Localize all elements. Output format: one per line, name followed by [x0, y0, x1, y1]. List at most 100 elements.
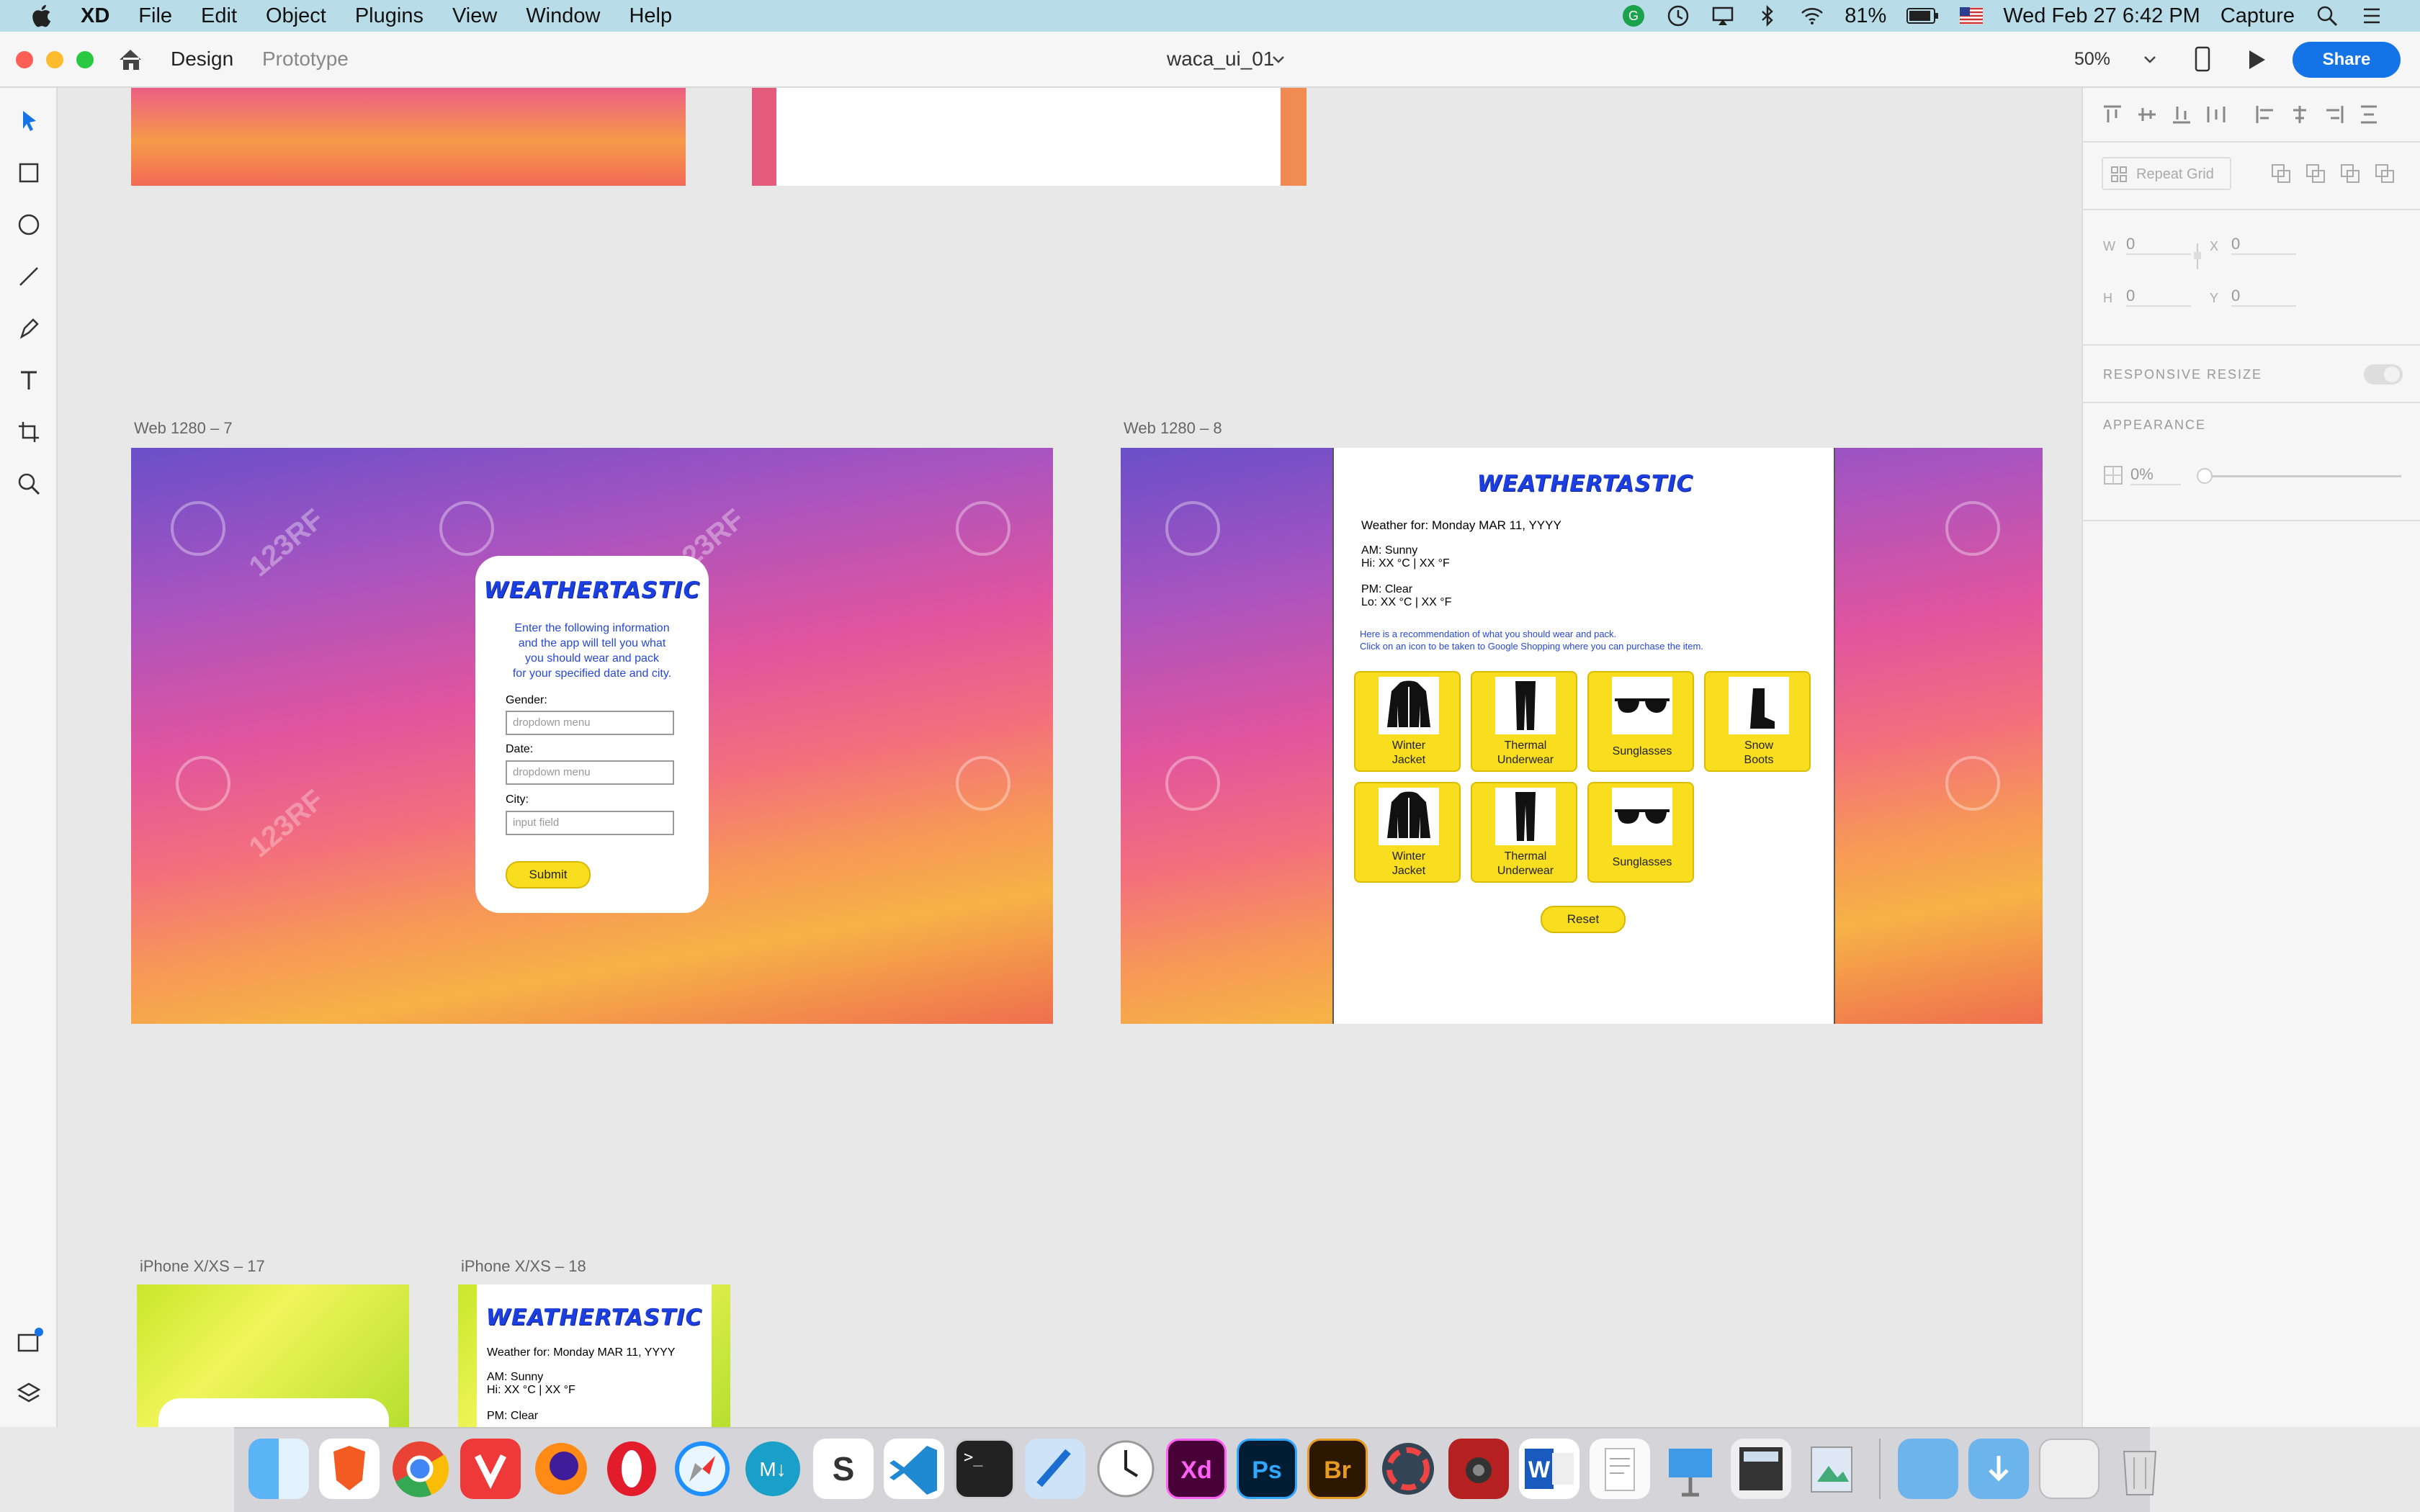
menu-plugins[interactable]: Plugins — [355, 4, 424, 28]
slack-icon[interactable]: S — [813, 1439, 874, 1499]
zoom-window-button[interactable] — [76, 51, 94, 68]
menu-edit[interactable]: Edit — [201, 4, 237, 28]
bluetooth-icon[interactable] — [1755, 4, 1780, 28]
word-icon[interactable]: W — [1519, 1439, 1579, 1499]
color-wheel-icon[interactable] — [1378, 1439, 1438, 1499]
tab-design[interactable]: Design — [171, 48, 233, 71]
menu-window[interactable]: Window — [526, 4, 600, 28]
terminal-icon[interactable]: >_ — [954, 1439, 1015, 1499]
menu-object[interactable]: Object — [266, 4, 326, 28]
text-tool-icon[interactable] — [13, 364, 45, 396]
design-canvas[interactable]: Web 1280 – 7 123RF 123RF 123RF WEATHERTA… — [58, 88, 2081, 1427]
distribute-vertical-icon[interactable] — [2205, 104, 2227, 125]
align-left-icon[interactable] — [2254, 104, 2276, 125]
distribute-horizontal-icon[interactable] — [2358, 104, 2380, 125]
reset-button[interactable]: Reset — [1541, 906, 1626, 933]
repeat-grid-button[interactable]: Repeat Grid — [2102, 157, 2231, 190]
line-tool-icon[interactable] — [13, 261, 45, 292]
gender-dropdown[interactable]: dropdown menu — [506, 711, 674, 735]
date-dropdown[interactable]: dropdown menu — [506, 760, 674, 785]
menu-file[interactable]: File — [138, 4, 172, 28]
preview-icon[interactable] — [1801, 1439, 1862, 1499]
clock-icon[interactable] — [1666, 4, 1690, 28]
align-bottom-icon[interactable] — [2171, 104, 2192, 125]
artboard-iphone17[interactable] — [137, 1284, 409, 1427]
clock-app-icon[interactable] — [1095, 1439, 1156, 1499]
grammarly-icon[interactable]: G — [1621, 4, 1646, 28]
document-title[interactable]: waca_ui_01 — [1167, 48, 1274, 71]
intersect-shape-icon[interactable] — [2339, 163, 2361, 184]
close-window-button[interactable] — [16, 51, 33, 68]
item-sunglasses[interactable]: Sunglasses — [1587, 782, 1694, 883]
chevron-down-icon[interactable] — [1272, 55, 1285, 65]
layers-panel-icon[interactable] — [13, 1378, 45, 1410]
vivaldi-icon[interactable] — [460, 1439, 521, 1499]
home-icon[interactable] — [115, 45, 145, 75]
xcode-icon[interactable] — [1025, 1439, 1085, 1499]
battery-icon[interactable] — [1906, 7, 1940, 24]
x-field[interactable]: 0 — [2231, 235, 2296, 255]
artboard-tool-icon[interactable] — [13, 416, 45, 448]
applications-folder-icon[interactable] — [1898, 1439, 1958, 1499]
width-field[interactable]: 0 — [2126, 235, 2191, 255]
align-top-icon[interactable] — [2102, 104, 2123, 125]
artboard-iphone18[interactable]: WEATHERTASTIC Weather for: Monday MAR 11… — [458, 1284, 730, 1427]
vscode-icon[interactable] — [884, 1439, 944, 1499]
safari-icon[interactable] — [672, 1439, 732, 1499]
airplay-icon[interactable] — [1711, 4, 1735, 28]
rectangle-tool-icon[interactable] — [13, 157, 45, 189]
spotlight-search-icon[interactable] — [2315, 4, 2339, 28]
share-button[interactable]: Share — [2293, 42, 2401, 78]
menu-help[interactable]: Help — [629, 4, 672, 28]
select-tool-icon[interactable] — [13, 105, 45, 137]
zoom-level[interactable]: 50% — [2074, 49, 2110, 70]
opacity-field[interactable]: 0% — [2130, 465, 2181, 485]
textedit-icon[interactable] — [1590, 1439, 1650, 1499]
exclude-shape-icon[interactable] — [2374, 163, 2396, 184]
item-sunglasses[interactable]: Sunglasses — [1587, 671, 1694, 772]
assets-panel-icon[interactable] — [13, 1326, 45, 1358]
item-winter-jacket[interactable]: Winter Jacket — [1354, 671, 1461, 772]
submit-button[interactable]: Submit — [506, 861, 591, 888]
recent-document-icon[interactable] — [2039, 1439, 2099, 1499]
brave-browser-icon[interactable] — [319, 1439, 380, 1499]
firefox-icon[interactable] — [531, 1439, 591, 1499]
zoom-dropdown-icon[interactable] — [2143, 55, 2156, 65]
calculator-icon[interactable] — [1731, 1439, 1791, 1499]
artboard-label-web7[interactable]: Web 1280 – 7 — [134, 419, 233, 438]
wifi-icon[interactable] — [1800, 4, 1824, 28]
artboard-label-iphone18[interactable]: iPhone X/XS – 18 — [461, 1257, 586, 1276]
opacity-slider[interactable] — [2200, 475, 2401, 477]
finder-icon[interactable] — [248, 1439, 309, 1499]
menubar-capture[interactable]: Capture — [2220, 4, 2295, 28]
artboard-web7[interactable]: 123RF 123RF 123RF WEATHERTASTIC Enter th… — [131, 448, 1053, 1024]
minimize-window-button[interactable] — [46, 51, 63, 68]
keynote-icon[interactable] — [1660, 1439, 1721, 1499]
subtract-shape-icon[interactable] — [2305, 163, 2326, 184]
menu-app-name[interactable]: XD — [81, 4, 109, 28]
artboard-top-left[interactable] — [131, 88, 686, 186]
adobe-xd-icon[interactable]: Xd — [1166, 1439, 1227, 1499]
artboard-label-web8[interactable]: Web 1280 – 8 — [1124, 419, 1222, 438]
chrome-icon[interactable] — [390, 1439, 450, 1499]
lock-aspect-icon[interactable] — [2192, 242, 2202, 271]
menu-view[interactable]: View — [452, 4, 497, 28]
y-field[interactable]: 0 — [2231, 287, 2296, 307]
photoshop-icon[interactable]: Ps — [1237, 1439, 1297, 1499]
item-snow-boots[interactable]: Snow Boots — [1704, 671, 1811, 772]
align-right-icon[interactable] — [2323, 104, 2345, 125]
menubar-datetime[interactable]: Wed Feb 27 6:42 PM — [2003, 4, 2200, 28]
play-preview-icon[interactable] — [2244, 48, 2269, 72]
ellipse-tool-icon[interactable] — [13, 209, 45, 240]
artboard-web8[interactable]: WEATHERTASTIC Weather for: Monday MAR 11… — [1121, 448, 2043, 1024]
pen-tool-icon[interactable] — [13, 312, 45, 344]
trash-icon[interactable] — [2110, 1439, 2170, 1499]
bridge-icon[interactable]: Br — [1307, 1439, 1368, 1499]
opera-icon[interactable] — [601, 1439, 662, 1499]
opacity-slider-handle[interactable] — [2197, 468, 2213, 484]
height-field[interactable]: 0 — [2126, 287, 2191, 307]
artboard-top-right[interactable] — [752, 88, 1307, 186]
apple-icon[interactable] — [29, 2, 56, 30]
device-preview-icon[interactable] — [2192, 46, 2213, 73]
item-winter-jacket[interactable]: Winter Jacket — [1354, 782, 1461, 883]
